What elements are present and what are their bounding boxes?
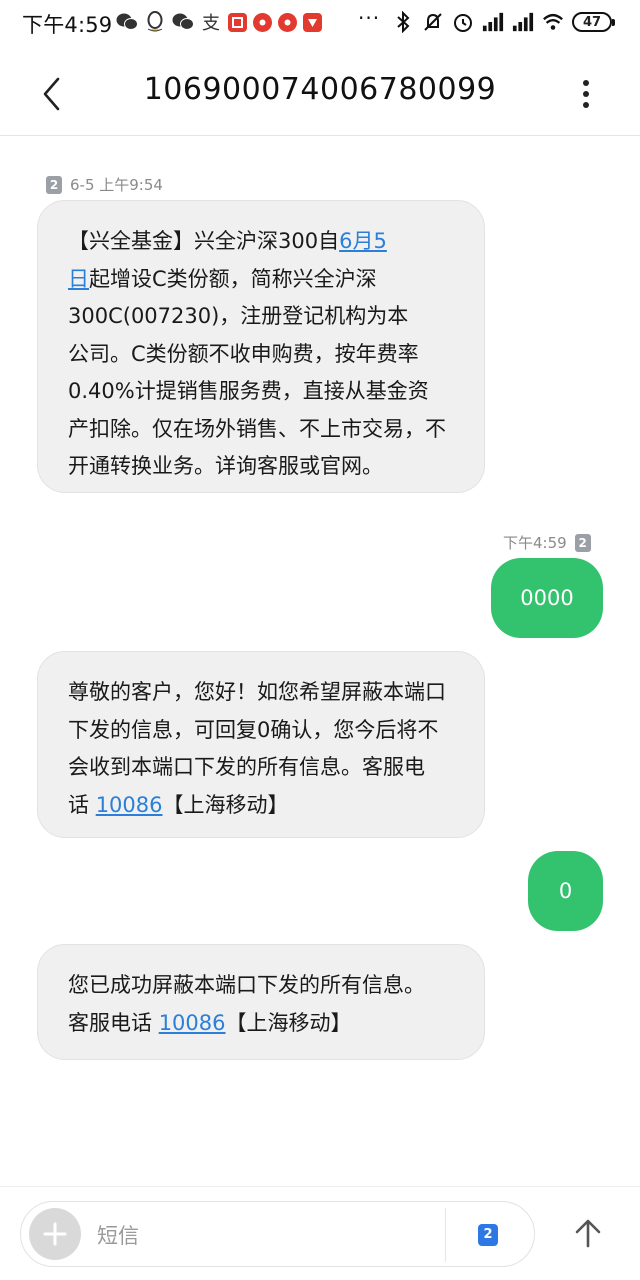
more-notifications-icon: ··· — [358, 6, 381, 30]
app-red-circle-icon — [278, 12, 297, 32]
message-line: 产扣除。仅在场外销售、不上市交易，不 — [68, 416, 446, 441]
conversation-header: 106900074006780099 — [0, 46, 640, 136]
message-text: 0 — [558, 879, 573, 903]
page-title: 106900074006780099 — [143, 72, 497, 107]
wifi-icon — [542, 11, 564, 33]
message-line: 日起增设C类份额，简称兴全沪深 — [68, 261, 454, 299]
svg-text:支: 支 — [202, 13, 220, 33]
arrow-up-icon — [575, 1219, 601, 1248]
message-text: 客服电话 — [68, 1010, 159, 1035]
message-text: 【上海移动】 — [162, 792, 289, 817]
message-text: 起增设C类份额，简称兴全沪深 — [89, 266, 377, 291]
sim-badge: 2 — [574, 533, 591, 552]
hd-signal-icon — [512, 11, 534, 33]
message-bubble-outgoing[interactable]: 0000 — [491, 558, 603, 638]
alarm-icon — [452, 11, 474, 33]
message-bubble-incoming[interactable]: 您已成功屏蔽本端口下发的所有信息。 客服电话 10086【上海移动】 — [37, 944, 485, 1060]
message-text: 【上海移动】 — [225, 1010, 352, 1035]
qq-icon — [144, 11, 166, 33]
mute-icon — [422, 11, 444, 33]
wechat-icon — [172, 11, 194, 33]
message-line: 下发的信息，可回复0确认，您今后将不 — [68, 717, 439, 742]
back-button[interactable] — [30, 72, 74, 116]
message-meta: 2 6-5 上午9:54 — [46, 174, 163, 195]
message-line: 您已成功屏蔽本端口下发的所有信息。 — [68, 973, 425, 997]
status-bar: 下午4:59 支 ··· 47 — [0, 0, 640, 46]
message-line: 300C(007230)，注册登记机构为本 — [68, 304, 409, 328]
message-line: 开通转换业务。详询客服或官网。 — [68, 454, 383, 478]
composer-field-wrap: 短信 2 — [20, 1201, 535, 1267]
notification-icons: 支 — [116, 11, 322, 33]
alipay-icon: 支 — [200, 11, 222, 33]
battery-icon: 47 — [572, 12, 615, 32]
message-text: 0000 — [520, 586, 574, 610]
plus-icon — [43, 1222, 67, 1246]
back-arrow-icon — [43, 77, 60, 111]
message-line: 0.40%计提销售服务费，直接从基金资 — [68, 379, 429, 403]
phone-link[interactable]: 10086 — [96, 793, 163, 817]
message-time: 下午4:59 — [503, 534, 567, 552]
message-line: 尊敬的客户，您好！如您希望屏蔽本端口 — [68, 680, 446, 704]
system-icons: 47 — [392, 11, 615, 33]
more-vert-icon — [583, 80, 589, 108]
bluetooth-icon — [392, 11, 414, 33]
message-input[interactable]: 短信 — [97, 1220, 139, 1250]
sim-select-button[interactable]: 2 — [478, 1224, 498, 1246]
message-line: 【兴全基金】兴全沪深300自6月5 — [68, 223, 454, 261]
message-bubble-outgoing[interactable]: 0 — [528, 851, 603, 931]
signal-icon — [482, 11, 504, 33]
phone-link[interactable]: 10086 — [159, 1011, 226, 1035]
message-line: 客服电话 10086【上海移动】 — [68, 1005, 454, 1043]
send-button[interactable] — [566, 1211, 610, 1255]
wechat-icon — [116, 11, 138, 33]
message-meta: 下午4:59 2 — [503, 532, 591, 553]
message-text: 话 — [68, 792, 96, 817]
message-bubble-incoming[interactable]: 【兴全基金】兴全沪深300自6月5 日起增设C类份额，简称兴全沪深 300C(0… — [37, 200, 485, 493]
message-line: 会收到本端口下发的所有信息。客服电 — [68, 755, 425, 779]
sim-badge: 2 — [46, 175, 62, 194]
message-text: 【兴全基金】兴全沪深300自 — [68, 229, 340, 253]
app-red-icon — [303, 12, 322, 32]
composer-bar: 短信 2 — [0, 1186, 640, 1280]
message-line: 公司。C类份额不收申购费，按年费率 — [68, 341, 419, 366]
status-time: 下午4:59 — [22, 13, 113, 37]
app-red-circle-icon — [253, 12, 272, 32]
divider — [445, 1208, 446, 1262]
message-time: 6-5 上午9:54 — [70, 176, 163, 194]
app-red-icon — [228, 12, 247, 32]
more-options-button[interactable] — [566, 72, 606, 116]
date-link[interactable]: 日 — [68, 267, 89, 291]
add-attachment-button[interactable] — [29, 1208, 81, 1260]
message-bubble-incoming[interactable]: 尊敬的客户，您好！如您希望屏蔽本端口 下发的信息，可回复0确认，您今后将不 会收… — [37, 651, 485, 838]
message-line: 话 10086【上海移动】 — [68, 787, 454, 825]
date-link[interactable]: 6月5 — [339, 229, 387, 253]
